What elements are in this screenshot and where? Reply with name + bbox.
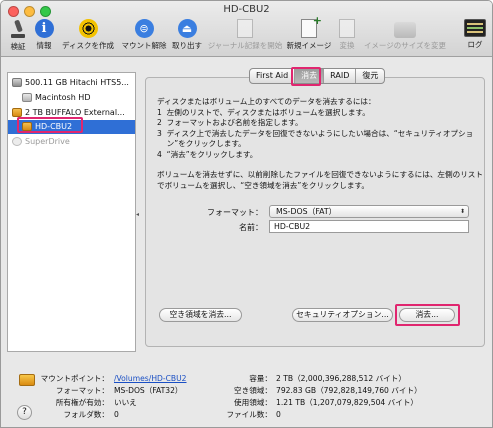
- erase-instructions: ディスクまたはボリューム上のすべてのデータを消去するには： 1 左側のリストで、…: [157, 97, 483, 191]
- microscope-icon: [7, 19, 29, 39]
- resize-image-button[interactable]: イメージのサイズを変更: [363, 19, 447, 55]
- splitter-handle-icon[interactable]: ◂: [136, 211, 139, 218]
- format-select-value: MS-DOS（FAT）: [276, 207, 337, 216]
- info-icon: i: [34, 19, 54, 38]
- capacity-value: 2 TB（2,000,396,288,512 バイト）: [276, 374, 406, 383]
- unmount-button[interactable]: ⊜ マウント解除: [119, 19, 169, 55]
- tab-raid[interactable]: RAID: [324, 69, 357, 83]
- new-image-icon: [301, 14, 322, 38]
- info-label: 情報: [36, 41, 52, 50]
- owners-enabled-label: 所有権が有効：: [55, 398, 109, 407]
- optical-drive-icon: [12, 137, 22, 146]
- eject-icon: ⏏: [177, 19, 197, 38]
- name-field[interactable]: HD-CBU2: [269, 220, 469, 233]
- new-image-button[interactable]: 新規イメージ: [286, 14, 332, 55]
- format-label: フォーマット：: [207, 208, 263, 217]
- resize-image-icon: [394, 22, 416, 38]
- disk-list-item[interactable]: SuperDrive: [8, 135, 135, 149]
- verify-label: 検証: [10, 42, 26, 51]
- disk-list-item-label: Macintosh HD: [35, 93, 91, 102]
- window-title: HD-CBU2: [223, 4, 270, 15]
- external-disk-icon: [12, 108, 22, 117]
- volume-format-label: フォーマット：: [55, 386, 109, 395]
- convert-button[interactable]: 変換: [335, 19, 359, 55]
- new-image-label: 新規イメージ: [286, 41, 332, 50]
- instruction-line: 4 “消去”をクリックします。: [157, 149, 258, 159]
- disk-list-item-label: 500.11 GB Hitachi HTS5...: [25, 78, 129, 87]
- disk-list-item[interactable]: Macintosh HD: [8, 91, 135, 105]
- journal-icon: [237, 19, 253, 38]
- instruction-line: 1 左側のリストで、ディスクまたはボリュームを選択します。: [157, 107, 370, 117]
- hard-disk-icon: [12, 78, 22, 87]
- log-icon: [464, 19, 486, 37]
- disk-list-item-label: SuperDrive: [25, 137, 70, 146]
- folder-count-value: 0: [114, 410, 119, 419]
- eject-button[interactable]: ⏏ 取り出す: [171, 19, 203, 55]
- unmount-icon: ⊜: [134, 19, 154, 38]
- available-space-label: 空き領域：: [234, 386, 272, 395]
- journaling-label: ジャーナル記録を開始: [207, 41, 283, 50]
- name-label: 名前：: [239, 223, 263, 232]
- burn-icon: [78, 19, 98, 38]
- file-count-label: ファイル数：: [226, 410, 272, 419]
- enable-journaling-button[interactable]: ジャーナル記録を開始: [207, 19, 283, 55]
- format-select[interactable]: MS-DOS（FAT） ⬍: [269, 205, 469, 218]
- disk-utility-window: HD-CBU2 検証 i 情報 ディスクを作成 ⊜ マウント解除 ⏏ 取り出す …: [0, 0, 493, 428]
- erase-free-space-button[interactable]: 空き領域を消去...: [159, 308, 242, 322]
- burn-label: ディスクを作成: [62, 41, 114, 50]
- disk-list-item[interactable]: 500.11 GB Hitachi HTS5...: [8, 76, 135, 90]
- used-space-label: 使用領域：: [234, 398, 272, 407]
- capacity-label: 容量：: [249, 374, 272, 383]
- highlight-selected-volume: [17, 117, 83, 133]
- convert-icon: [339, 19, 355, 38]
- log-label: ログ: [467, 40, 483, 49]
- verify-button[interactable]: 検証: [6, 19, 30, 55]
- log-button[interactable]: ログ: [463, 19, 487, 55]
- highlight-erase-tab: [291, 67, 321, 86]
- volume-icon: [22, 93, 32, 102]
- mount-point-label: マウントポイント：: [40, 374, 109, 383]
- tab-first-aid[interactable]: First Aid: [250, 69, 296, 83]
- highlight-erase-button: [395, 304, 460, 326]
- convert-label: 変換: [339, 41, 355, 50]
- instruction-line: 2 フォーマットおよび名前を指定します。: [157, 118, 303, 127]
- disk-list-item-label: 2 TB BUFFALO External...: [25, 108, 125, 117]
- owners-enabled-value: いいえ: [114, 398, 137, 407]
- toolbar: HD-CBU2 検証 i 情報 ディスクを作成 ⊜ マウント解除 ⏏ 取り出す …: [1, 1, 492, 57]
- free-space-note-line: でボリュームを選択し、“空き領域を消去”をクリックします。: [157, 180, 369, 190]
- instruction-line: ディスクまたはボリューム上のすべてのデータを消去するには：: [157, 97, 376, 106]
- available-space-value: 792.83 GB（792,828,149,760 バイト）: [276, 386, 422, 395]
- instruction-line: ン”をクリックします。: [157, 139, 246, 148]
- burn-button[interactable]: ディスクを作成: [61, 19, 115, 55]
- tab-restore[interactable]: 復元: [356, 69, 384, 83]
- free-space-note-line: ボリュームを消去せずに、以前削除したファイルを回復できないようにするには、左側の…: [157, 170, 483, 179]
- select-arrows-icon: ⬍: [459, 208, 465, 215]
- info-button[interactable]: i 情報: [32, 19, 56, 55]
- instruction-line: 3 ディスク上で消去したデータを回復できないようにしたい場合は、“セキュリティオ…: [157, 128, 474, 138]
- help-button[interactable]: ?: [17, 405, 32, 420]
- unmount-label: マウント解除: [121, 41, 167, 50]
- used-space-value: 1.21 TB（1,207,079,829,504 バイト）: [276, 398, 419, 407]
- resize-image-label: イメージのサイズを変更: [363, 41, 447, 50]
- eject-label: 取り出す: [172, 41, 202, 50]
- file-count-value: 0: [276, 410, 281, 419]
- security-options-button[interactable]: セキュリティオプション...: [292, 308, 393, 322]
- disk-list[interactable]: 500.11 GB Hitachi HTS5... Macintosh HD 2…: [7, 72, 136, 352]
